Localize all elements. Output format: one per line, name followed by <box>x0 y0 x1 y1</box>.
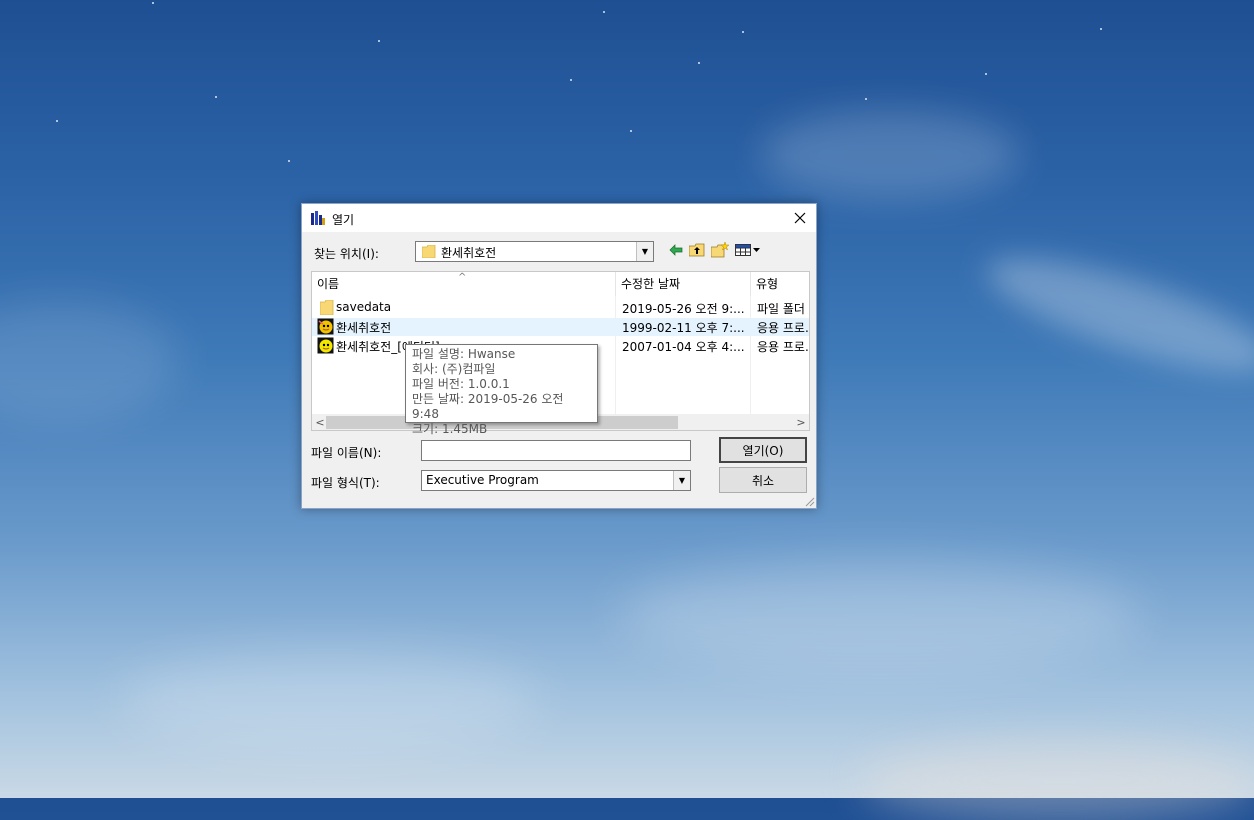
folder-icon <box>319 299 334 316</box>
app-icon <box>310 210 326 226</box>
open-button[interactable]: 열기(O) <box>719 437 807 463</box>
file-type: 응용 프로... <box>757 340 809 354</box>
file-type-value: Executive Program <box>426 473 539 487</box>
view-menu-icon[interactable] <box>734 241 762 259</box>
file-type-label: 파일 형식(T): <box>311 476 380 490</box>
scroll-right-icon[interactable]: > <box>793 414 809 430</box>
list-item[interactable]: savedata 2019-05-26 오전 9:... 파일 폴더 <box>312 299 809 317</box>
file-name-input[interactable] <box>421 440 691 461</box>
sort-ascending-icon: ^ <box>458 272 467 283</box>
file-name: 환세취호전 <box>336 321 392 335</box>
column-header-date[interactable]: 수정한 날짜 <box>616 272 751 296</box>
look-in-label: 찾는 위치(I): <box>314 247 379 261</box>
back-arrow-icon[interactable] <box>666 241 686 259</box>
column-header-date-label: 수정한 날짜 <box>621 277 681 291</box>
tooltip-line: 만든 날짜: 2019-05-26 오전 9:48 <box>412 392 564 421</box>
exe-icon <box>317 337 334 354</box>
cancel-button[interactable]: 취소 <box>719 467 807 493</box>
list-item[interactable]: 환세취호전 1999-02-11 오후 7:... 응용 프로... <box>312 318 809 336</box>
look-in-value: 환세취호전 <box>441 246 497 260</box>
new-folder-icon[interactable] <box>710 241 730 259</box>
resize-grip-icon[interactable] <box>803 495 815 507</box>
file-type: 응용 프로... <box>757 321 809 335</box>
file-name: savedata <box>336 300 392 314</box>
tooltip-line: 회사: (주)컴파일 <box>412 362 496 376</box>
chevron-down-icon[interactable]: ▼ <box>673 471 690 490</box>
chevron-down-icon[interactable]: ▼ <box>636 242 653 261</box>
look-in-combobox[interactable]: 환세취호전 ▼ <box>415 241 654 262</box>
file-name-label: 파일 이름(N): <box>311 446 382 460</box>
tooltip-line: 크기: 1.45MB <box>412 422 488 436</box>
column-header-name[interactable]: ^ 이름 <box>312 272 616 296</box>
column-header-name-label: 이름 <box>317 277 340 291</box>
file-date: 1999-02-11 오후 7:... <box>622 321 745 335</box>
exe-icon <box>317 318 334 335</box>
tooltip-line: 파일 버전: 1.0.0.1 <box>412 377 510 391</box>
folder-icon <box>421 244 436 259</box>
file-date: 2007-01-04 오후 4:... <box>622 340 745 354</box>
close-button[interactable] <box>784 204 816 232</box>
column-header-type[interactable]: 유형 <box>751 272 809 296</box>
title-bar[interactable]: 열기 <box>302 204 816 232</box>
file-date: 2019-05-26 오전 9:... <box>622 302 745 316</box>
tooltip-line: 파일 설명: Hwanse <box>412 347 516 361</box>
file-type-combobox[interactable]: Executive Program ▼ <box>421 470 691 491</box>
file-type: 파일 폴더 <box>757 302 805 316</box>
file-info-tooltip: 파일 설명: Hwanse 회사: (주)컴파일 파일 버전: 1.0.0.1 … <box>405 344 598 436</box>
close-icon <box>794 212 806 224</box>
dialog-title: 열기 <box>332 213 355 227</box>
up-folder-icon[interactable] <box>687 241 707 259</box>
column-header-type-label: 유형 <box>756 277 779 291</box>
